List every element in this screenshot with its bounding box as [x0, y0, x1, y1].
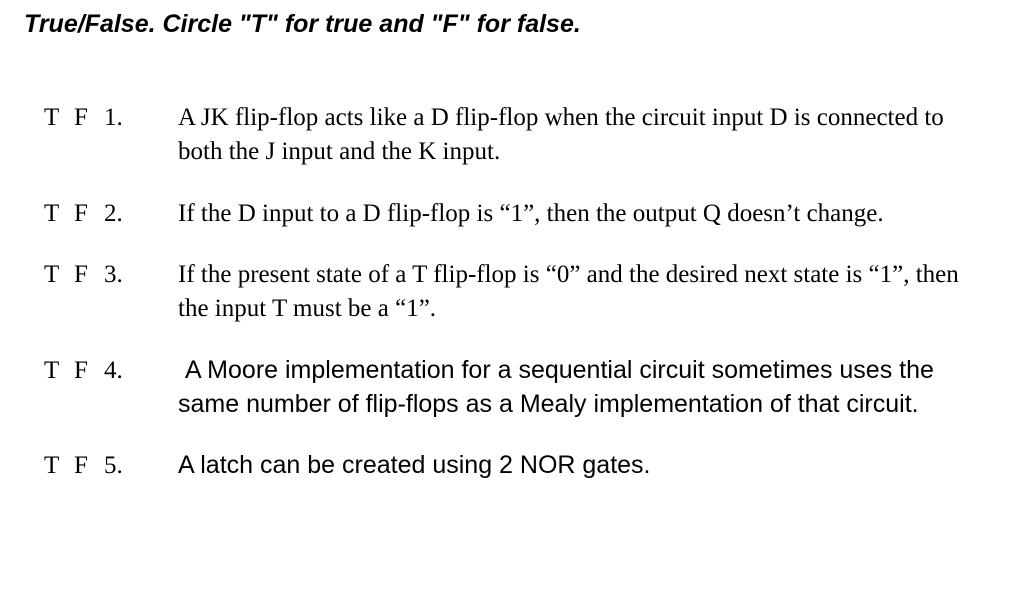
false-option[interactable]: F — [74, 197, 104, 231]
question-number: 2. — [104, 197, 152, 231]
true-option[interactable]: T — [44, 449, 74, 483]
question-row: T F 1. A JK flip-flop acts like a D flip… — [24, 101, 1000, 169]
question-text: If the present state of a T flip-flop is… — [152, 258, 1000, 326]
true-option[interactable]: T — [44, 197, 74, 231]
false-option[interactable]: F — [74, 354, 104, 388]
true-option[interactable]: T — [44, 258, 74, 292]
question-text: A Moore implementation for a sequential … — [152, 354, 1000, 422]
tf-selector: T F 1. — [24, 101, 152, 135]
question-number: 1. — [104, 101, 152, 135]
tf-selector: T F 5. — [24, 449, 152, 483]
false-option[interactable]: F — [74, 101, 104, 135]
tf-selector: T F 4. — [24, 354, 152, 388]
false-option[interactable]: F — [74, 258, 104, 292]
question-text: A JK flip-flop acts like a D flip-flop w… — [152, 101, 1000, 169]
tf-selector: T F 3. — [24, 258, 152, 292]
question-row: T F 3. If the present state of a T flip-… — [24, 258, 1000, 326]
question-number: 3. — [104, 258, 152, 292]
true-option[interactable]: T — [44, 101, 74, 135]
question-row: T F 5. A latch can be created using 2 NO… — [24, 449, 1000, 483]
tf-selector: T F 2. — [24, 197, 152, 231]
question-text: A latch can be created using 2 NOR gates… — [152, 449, 1000, 483]
question-row: T F 2. If the D input to a D flip-flop i… — [24, 197, 1000, 231]
question-text: If the D input to a D flip-flop is “1”, … — [152, 197, 1000, 231]
question-number: 4. — [104, 354, 152, 388]
false-option[interactable]: F — [74, 449, 104, 483]
true-option[interactable]: T — [44, 354, 74, 388]
page-instructions: True/False. Circle "T" for true and "F" … — [24, 10, 1000, 39]
question-number: 5. — [104, 449, 152, 483]
question-row: T F 4. A Moore implementation for a sequ… — [24, 354, 1000, 422]
